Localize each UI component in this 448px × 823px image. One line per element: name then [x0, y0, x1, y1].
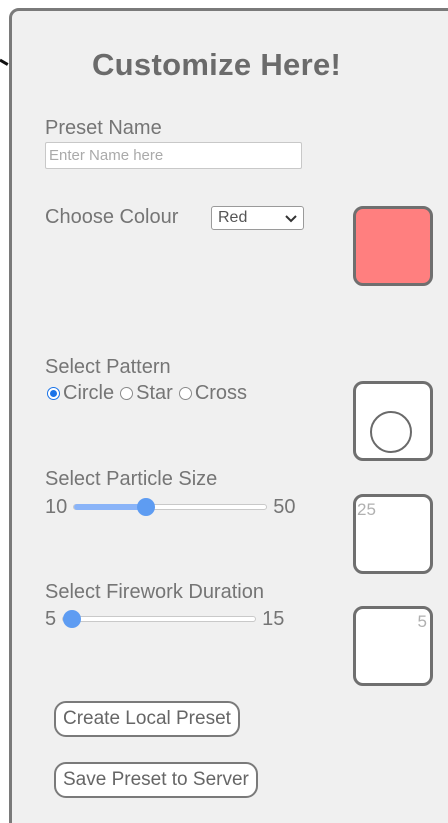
duration-slider[interactable]	[62, 610, 257, 628]
create-local-preset-button[interactable]: Create Local Preset	[54, 701, 240, 737]
duration-slider-row: 5 15	[45, 607, 284, 631]
select-pattern-label: Select Pattern	[45, 356, 171, 378]
colour-preview-box	[353, 206, 433, 286]
particle-size-max: 50	[273, 495, 296, 518]
pattern-radio-star[interactable]	[120, 386, 134, 400]
particle-size-slider[interactable]	[73, 498, 268, 516]
particle-size-label: Select Particle Size	[45, 468, 218, 490]
particle-size-min: 10	[45, 495, 68, 518]
chevron-down-icon	[285, 211, 297, 229]
particle-size-slider-row: 10 50	[45, 495, 296, 519]
firework-duration-label: Select Firework Duration	[45, 581, 264, 603]
pattern-option-label: Cross	[194, 381, 248, 404]
colour-select[interactable]: Red	[211, 206, 304, 230]
duration-max: 15	[262, 607, 285, 630]
particle-size-preview-value: 25	[357, 500, 376, 519]
particle-size-slider-thumb[interactable]	[137, 498, 156, 516]
duration-preview-value: 5	[417, 612, 427, 631]
particle-size-preview-box: 25	[353, 494, 433, 574]
duration-slider-thumb[interactable]	[63, 610, 82, 628]
particle-size-slider-fill	[74, 504, 147, 510]
pattern-option-label: Circle	[63, 381, 115, 404]
pattern-radio-circle[interactable]	[47, 386, 60, 400]
circle-icon	[370, 411, 412, 453]
preset-name-input[interactable]	[45, 142, 302, 169]
panel-title: Customize Here!	[92, 47, 342, 82]
choose-colour-label: Choose Colour	[45, 206, 179, 228]
preset-name-label: Preset Name	[45, 117, 162, 139]
pattern-preview-box	[353, 381, 433, 461]
duration-min: 5	[45, 607, 57, 630]
pattern-radio-group: Circle Star Cross	[45, 381, 251, 405]
duration-preview-box: 5	[353, 606, 433, 686]
screen: Customize Here! Preset Name Choose Colou…	[0, 0, 448, 823]
save-preset-to-server-button[interactable]: Save Preset to Server	[54, 762, 258, 798]
pattern-radio-cross[interactable]	[178, 386, 192, 400]
colour-select-value: Red	[218, 209, 248, 226]
pattern-option-label: Star	[136, 381, 173, 404]
